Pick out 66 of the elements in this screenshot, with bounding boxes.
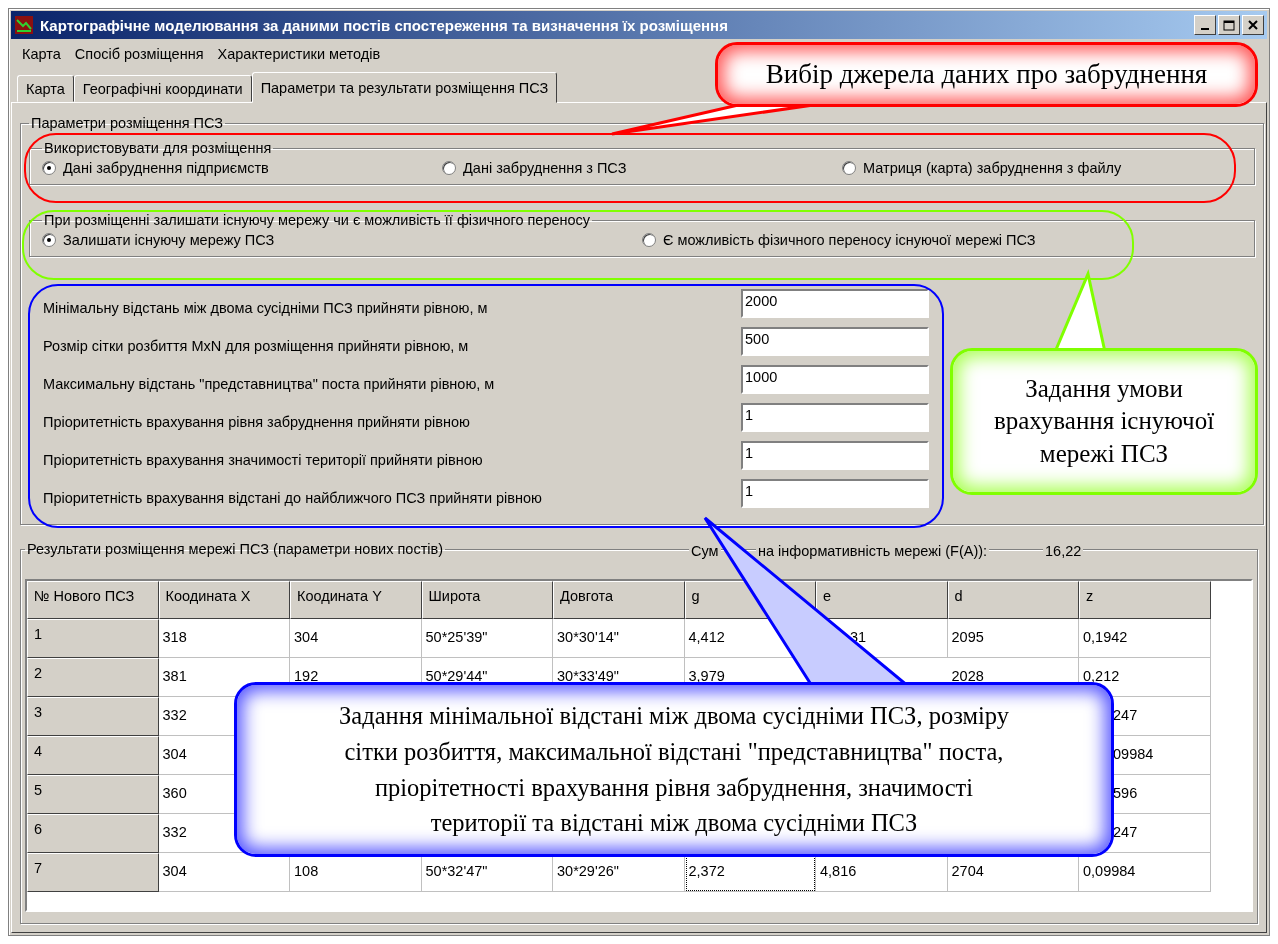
radio-option[interactable]: Матриця (карта) забруднення з файлу (842, 160, 1242, 176)
table-cell: 304 (290, 619, 422, 658)
table-cell: 30*30'14" (553, 619, 685, 658)
table-cell: 2095 (947, 619, 1079, 658)
column-header[interactable]: d (947, 581, 1079, 619)
column-header[interactable]: Коодината X (158, 581, 290, 619)
minimize-button[interactable] (1194, 15, 1216, 35)
radio-option[interactable]: Дані забруднення з ПСЗ (442, 160, 842, 176)
tab[interactable]: Географічні координати (73, 75, 252, 102)
close-icon (1248, 20, 1258, 30)
input-field[interactable]: 1 (741, 403, 929, 432)
row-header[interactable]: 1 (27, 619, 159, 658)
group-title: Параметри розміщення ПСЗ (30, 115, 225, 131)
callout-bubble: Задання мінімальної відстані між двома сусідніми ПСЗ, розміру сітки розбиття, максимальної відстані "представництва" поста, пріорітетності врахування рівня забруднення, значимості території та відстані між двома сусідніми ПСЗ (234, 682, 1114, 857)
menu-item[interactable]: Карта (15, 45, 68, 62)
callout-bubble: Задання умови врахування існуючої мережі ПСЗ (950, 348, 1258, 495)
column-header[interactable]: Довгота (553, 581, 685, 619)
radio-option[interactable]: Є можливість фізичного переносу існуючої мережі ПСЗ (642, 232, 1242, 248)
table-cell: 0,1942 (1079, 619, 1211, 658)
group-title: Використовувати для розміщення (43, 140, 273, 156)
radio-icon[interactable] (842, 161, 856, 175)
minimize-icon (1201, 28, 1209, 30)
app-icon (14, 15, 34, 35)
column-header[interactable]: z (1079, 581, 1211, 619)
close-button[interactable] (1242, 15, 1264, 35)
parameter-label: Пріоритетність врахування значимості території прийняти рівною (43, 452, 484, 470)
maximize-icon (1223, 19, 1235, 31)
group-title: При розміщенні залишати існуючу мережу чи є можливість її фізичного переносу (43, 212, 592, 228)
parameter-label: Максимальну відстань "представництва" поста прийняти рівною, м (43, 376, 496, 394)
parameter-label: Пріоритетність врахування рівня забруднення прийняти рівною (43, 414, 471, 432)
column-header[interactable]: Коодината Y (290, 581, 422, 619)
radio-icon[interactable] (442, 161, 456, 175)
input-field[interactable]: 500 (741, 327, 929, 356)
tab[interactable]: Карта (17, 75, 74, 102)
row-header[interactable]: 2 (27, 658, 159, 697)
radio-option[interactable]: Дані забруднення підприємств (42, 160, 442, 176)
input-field[interactable]: 1 (741, 479, 929, 508)
radio-icon[interactable] (42, 233, 56, 247)
radio-icon[interactable] (42, 161, 56, 175)
parameter-label: Розмір сітки розбиття MxN для розміщення прийняти рівною, м (43, 338, 470, 356)
menu-item[interactable]: Характеристики методів (210, 45, 388, 62)
parameter-label: Пріоритетність врахування відстані до найближчого ПСЗ прийняти рівною (43, 490, 543, 508)
row-header[interactable]: 7 (27, 853, 159, 892)
summary-value: 16,22 (1043, 543, 1084, 559)
row-header[interactable]: 6 (27, 814, 159, 853)
parameter-label: Мінімальну відстань між двома сусідніми ПСЗ прийняти рівною, м (43, 300, 489, 318)
row-header[interactable]: 3 (27, 697, 159, 736)
input-field[interactable]: 1 (741, 441, 929, 470)
maximize-button[interactable] (1218, 15, 1240, 35)
column-header[interactable]: № Нового ПСЗ (27, 581, 159, 619)
summary-label: на інформативність мережі (F(A)): (756, 543, 990, 559)
input-field[interactable]: 1000 (741, 365, 929, 394)
input-field[interactable]: 2000 (741, 289, 929, 318)
summary-label: Сум (689, 543, 721, 559)
table-cell: 318 (158, 619, 290, 658)
tab[interactable]: Параметри та результати розміщення ПСЗ (251, 72, 558, 103)
column-header[interactable]: Широта (421, 581, 553, 619)
menu-item[interactable]: Спосіб розміщення (67, 45, 211, 62)
radio-option[interactable]: Залишати існуючу мережу ПСЗ (42, 232, 642, 248)
group-title: Результати розміщення мережі ПСЗ (параметри нових постів) (26, 541, 445, 557)
column-header[interactable]: e (816, 581, 948, 619)
window-title: Картографічне моделювання за даними постів спостереження та визначення їх розміщення (40, 16, 729, 34)
radio-icon[interactable] (642, 233, 656, 247)
row-header[interactable]: 5 (27, 775, 159, 814)
row-header[interactable]: 4 (27, 736, 159, 775)
table-cell: 50*25'39" (421, 619, 553, 658)
